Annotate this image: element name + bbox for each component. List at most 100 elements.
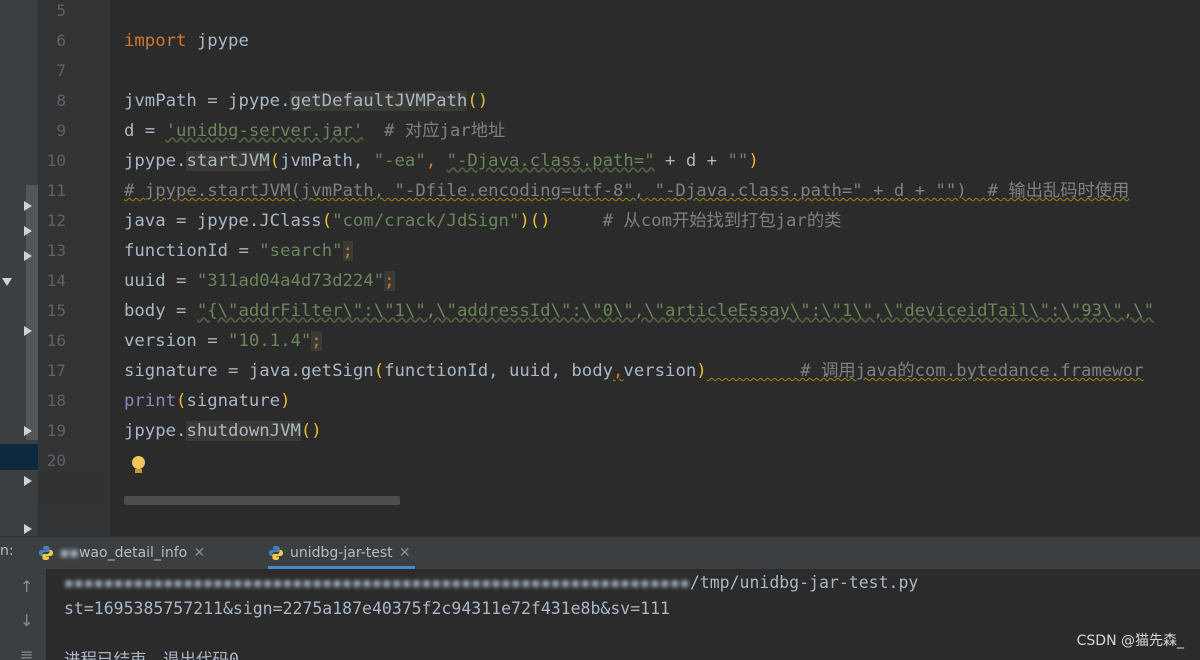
line-number: 6 <box>56 31 66 50</box>
tree-expand-icon[interactable] <box>24 524 32 534</box>
code-text: functionId = <box>124 241 260 261</box>
code-line-6[interactable]: import jpype <box>124 26 249 56</box>
tab-label: unidbg-jar-test <box>290 545 393 561</box>
code-text: version <box>623 361 697 381</box>
semicolon: ; <box>384 271 395 291</box>
paren: ( <box>176 391 187 411</box>
run-label: n: <box>0 543 14 559</box>
output-command-line: ▪▪▪▪▪▪▪▪▪▪▪▪▪▪▪▪▪▪▪▪▪▪▪▪▪▪▪▪▪▪▪▪▪▪▪▪▪▪▪▪… <box>64 570 918 596</box>
line-number: 14 <box>46 271 66 290</box>
tab-unidbg-jar-test[interactable]: unidbg-jar-test ✕ <box>268 537 415 569</box>
semicolon: ; <box>311 331 322 351</box>
python-icon <box>269 546 283 560</box>
tree-expand-icon[interactable] <box>24 426 32 436</box>
paren: ) <box>696 361 707 381</box>
code-line-14[interactable]: uuid = "311ad04a4d73d224"; <box>124 266 395 296</box>
script-path: /tmp/unidbg-jar-test.py <box>689 573 919 592</box>
line-number: 8 <box>56 91 66 110</box>
code-editor[interactable]: import jpype jvmPath = jpype.getDefaultJ… <box>110 0 1200 536</box>
output-exit-status: 进程已结束，退出代码0 <box>64 650 239 660</box>
code-line-10[interactable]: jpype.startJVM(jvmPath, "-ea", "-Djava.c… <box>124 146 759 176</box>
string-literal: "{\"addrFilter\":\"1\",\"addressId\":\"0… <box>196 301 1155 321</box>
function-name: getDefaultJVMPath <box>290 91 468 111</box>
line-number: 10 <box>46 151 66 170</box>
code-line-19[interactable]: jpype.shutdownJVM() <box>124 416 322 446</box>
line-number: 16 <box>46 331 66 350</box>
paren: () <box>300 421 322 441</box>
run-panel-header: n: ▪▪wao_detail_info ✕ unidbg-jar-test ✕ <box>0 536 1200 569</box>
string-literal: "10.1.4" <box>228 331 312 351</box>
paren: () <box>467 91 489 111</box>
line-number: 17 <box>46 361 66 380</box>
line-number: 11 <box>46 181 66 200</box>
paren: )() <box>519 211 551 231</box>
code-line-13[interactable]: functionId = "search"; <box>124 236 353 266</box>
code-text: functionId, uuid, body <box>384 361 614 381</box>
code-line-15[interactable]: body = "{\"addrFilter\":\"1\",\"addressI… <box>124 296 1154 326</box>
redacted-path: ▪▪▪▪▪▪▪▪▪▪▪▪▪▪▪▪▪▪▪▪▪▪▪▪▪▪▪▪▪▪▪▪▪▪▪▪▪▪▪▪… <box>64 573 690 592</box>
code-text: uuid = <box>124 271 197 291</box>
selected-tree-row[interactable] <box>0 444 38 470</box>
output-result: st=1695385757211&sign=2275a187e40375f2c9… <box>64 599 670 618</box>
lightbulb-icon[interactable] <box>132 456 145 469</box>
tab-label-blurred: ▪▪ <box>60 545 79 561</box>
watermark: CSDN @猫先森_ <box>1076 633 1184 649</box>
code-line-17[interactable]: signature = java.getSign(functionId, uui… <box>124 356 1143 386</box>
code-line-16[interactable]: version = "10.1.4"; <box>124 326 322 356</box>
project-tool-strip <box>0 0 38 536</box>
arrow-down-icon[interactable]: ↓ <box>20 611 33 630</box>
close-icon[interactable]: ✕ <box>193 537 205 569</box>
string-literal: "311ad04a4d73d224" <box>196 271 385 291</box>
line-number: 19 <box>46 421 66 440</box>
comment: # jpype.startJVM(jvmPath, "-Dfile.encodi… <box>124 181 1130 201</box>
code-text: jpype <box>186 31 249 51</box>
tree-expand-icon[interactable] <box>24 476 32 486</box>
code-text: jpype. <box>124 151 187 171</box>
code-line-9[interactable]: d = 'unidbg-server.jar' # 对应jar地址 <box>124 116 505 146</box>
line-number: 9 <box>56 121 66 140</box>
tree-expand-icon[interactable] <box>24 201 32 211</box>
arrow-up-icon[interactable]: ↑ <box>20 577 33 596</box>
code-text: d = <box>124 121 166 141</box>
code-text: version = <box>124 331 229 351</box>
code-line-11[interactable]: # jpype.startJVM(jvmPath, "-Dfile.encodi… <box>124 176 1129 206</box>
semicolon: ; <box>342 241 353 261</box>
paren: ) <box>280 391 291 411</box>
run-output-console[interactable]: ▪▪▪▪▪▪▪▪▪▪▪▪▪▪▪▪▪▪▪▪▪▪▪▪▪▪▪▪▪▪▪▪▪▪▪▪▪▪▪▪… <box>46 569 1200 660</box>
code-line-8[interactable]: jvmPath = jpype.getDefaultJVMPath() <box>124 86 488 116</box>
paren: ) <box>748 151 759 171</box>
code-text: body = <box>124 301 197 321</box>
line-number: 12 <box>46 211 66 230</box>
function-name: shutdownJVM <box>186 421 301 441</box>
structure-scroll-accent <box>26 185 38 440</box>
string-literal: "-Djava.class.path=" <box>446 151 655 171</box>
line-number: 20 <box>46 451 66 470</box>
line-number: 13 <box>46 241 66 260</box>
line-number: 7 <box>56 61 66 80</box>
comment: # 对应jar地址 <box>363 121 506 141</box>
close-icon[interactable]: ✕ <box>399 537 411 569</box>
menu-icon[interactable]: ≡ <box>20 645 33 660</box>
tree-expand-icon[interactable] <box>24 251 32 261</box>
horizontal-scrollbar[interactable] <box>124 496 400 505</box>
code-text: jvmPath = jpype. <box>124 91 291 111</box>
tree-expand-icon[interactable] <box>24 326 32 336</box>
tab-wao-detail-info[interactable]: ▪▪wao_detail_info ✕ <box>38 537 209 569</box>
string-literal: "search" <box>259 241 343 261</box>
line-number-gutter: 5 6 7 8 9 10 11 12 13 14 15 16 17 18 19 … <box>38 0 110 536</box>
tree-collapse-icon[interactable] <box>2 278 12 286</box>
paren: ( <box>373 361 385 381</box>
code-line-12[interactable]: java = jpype.JClass("com/crack/JdSign")(… <box>124 206 841 236</box>
line-number: 15 <box>46 301 66 320</box>
code-text: signature = java.getSign <box>124 361 374 381</box>
code-text: java = jpype.JClass <box>124 211 322 231</box>
tree-expand-icon[interactable] <box>24 226 32 236</box>
paren: ( <box>321 211 333 231</box>
comment: # 调用java的com.bytedance.framewor <box>706 361 1144 381</box>
paren: ( <box>269 151 281 171</box>
run-side-toolbar: ↑ ↓ ≡ <box>0 569 46 660</box>
lightbulb-base-icon <box>135 469 142 473</box>
code-line-18[interactable]: print(signature) <box>124 386 290 416</box>
comment: # 从com开始找到打包jar的类 <box>550 211 842 231</box>
string-literal: "com/crack/JdSign" <box>332 211 520 231</box>
